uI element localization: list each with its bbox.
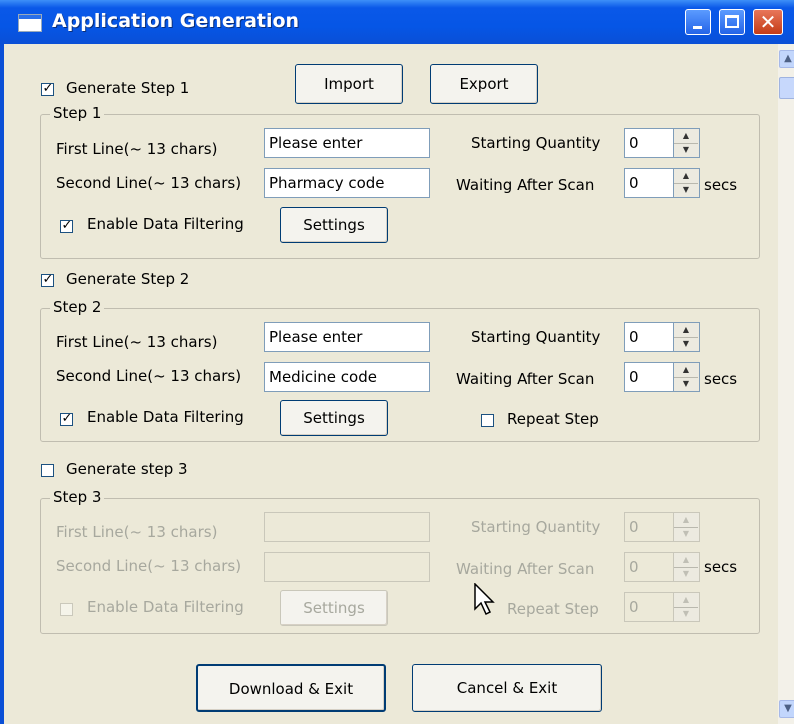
cancel-exit-button[interactable]: Cancel & Exit <box>412 664 602 712</box>
step3-second-line-label: Second Line(~ 13 chars) <box>56 557 242 575</box>
step2-starting-qty-label: Starting Quantity <box>471 328 601 346</box>
step1-filter-label: Enable Data Filtering <box>87 215 244 233</box>
spin-down-icon[interactable]: ▼ <box>674 183 698 197</box>
step2-settings-button[interactable]: Settings <box>280 400 388 436</box>
step1-waiting-spinner[interactable]: 0 ▲ ▼ <box>624 168 700 198</box>
step3-starting-qty-label: Starting Quantity <box>471 518 601 536</box>
step2-second-line-input[interactable]: Medicine code <box>264 362 430 392</box>
step3-second-line-input[interactable] <box>264 552 430 582</box>
scroll-thumb[interactable] <box>779 77 794 99</box>
step3-waiting-value[interactable]: 0 <box>624 552 674 582</box>
step1-filter-checkbox[interactable]: ✓ <box>60 218 73 233</box>
close-icon: ✕ <box>759 10 777 34</box>
step2-second-line-label: Second Line(~ 13 chars) <box>56 367 242 385</box>
step1-second-line-label: Second Line(~ 13 chars) <box>56 174 242 192</box>
vertical-scrollbar[interactable]: ▲ ▼ <box>778 44 794 724</box>
chevron-up-icon: ▲ <box>784 53 792 64</box>
step2-repeat-checkbox[interactable] <box>481 414 494 427</box>
step1-legend: Step 1 <box>50 104 105 122</box>
step1-second-line-input[interactable]: Pharmacy code <box>264 168 430 198</box>
step3-waiting-label: Waiting After Scan <box>456 560 595 578</box>
minimize-icon <box>693 26 702 29</box>
scroll-up-button[interactable]: ▲ <box>779 50 794 68</box>
generate-step2-label: Generate Step 2 <box>66 270 190 288</box>
step1-starting-qty-spinner[interactable]: 0 ▲ ▼ <box>624 128 700 158</box>
spin-down-icon[interactable]: ▼ <box>674 567 698 581</box>
maximize-icon <box>725 15 739 28</box>
checkmark-icon: ✓ <box>42 272 54 287</box>
export-button[interactable]: Export <box>430 64 538 104</box>
dialog-client-area: ✓ Generate Step 1 Import Export Step 1 F… <box>8 44 778 724</box>
spin-up-icon[interactable]: ▲ <box>674 363 698 378</box>
import-button[interactable]: Import <box>295 64 403 104</box>
step1-starting-qty-label: Starting Quantity <box>471 134 601 152</box>
step3-starting-qty-value[interactable]: 0 <box>624 512 674 542</box>
step1-first-line-label: First Line(~ 13 chars) <box>56 140 218 158</box>
window-icon <box>18 14 42 32</box>
step1-waiting-label: Waiting After Scan <box>456 176 595 194</box>
scroll-down-button[interactable]: ▼ <box>779 700 794 718</box>
spin-down-icon[interactable]: ▼ <box>674 527 698 541</box>
step3-settings-button[interactable]: Settings <box>280 590 388 626</box>
step2-starting-qty-spinner[interactable]: 0 ▲ ▼ <box>624 322 700 352</box>
spin-down-icon[interactable]: ▼ <box>674 337 698 351</box>
step3-legend: Step 3 <box>50 488 105 506</box>
spin-down-icon[interactable]: ▼ <box>674 377 698 391</box>
step2-first-line-label: First Line(~ 13 chars) <box>56 333 218 351</box>
step2-waiting-value[interactable]: 0 <box>624 362 674 392</box>
minimize-button[interactable] <box>685 9 711 35</box>
chevron-down-icon: ▼ <box>784 703 792 714</box>
close-button[interactable]: ✕ <box>753 9 783 35</box>
step2-filter-checkbox[interactable]: ✓ <box>60 411 73 426</box>
spin-up-icon[interactable]: ▲ <box>674 129 698 144</box>
checkmark-icon: ✓ <box>61 218 73 233</box>
step2-starting-qty-value[interactable]: 0 <box>624 322 674 352</box>
step2-legend: Step 2 <box>50 298 105 316</box>
step2-repeat-label: Repeat Step <box>507 410 599 428</box>
step2-waiting-spinner[interactable]: 0 ▲ ▼ <box>624 362 700 392</box>
step3-repeat-label: Repeat Step <box>507 600 599 618</box>
mouse-cursor-icon <box>474 583 495 616</box>
step3-filter-checkbox[interactable] <box>60 603 73 616</box>
window-title: Application Generation <box>52 10 300 32</box>
spin-up-icon[interactable]: ▲ <box>674 553 698 568</box>
application-generation-window: Application Generation ✕ ✓ Generate Step… <box>0 0 794 724</box>
step3-filter-label: Enable Data Filtering <box>87 598 244 616</box>
title-bar[interactable]: Application Generation ✕ <box>0 0 794 44</box>
step3-starting-qty-spinner[interactable]: 0 ▲ ▼ <box>624 512 700 542</box>
checkmark-icon: ✓ <box>61 411 73 426</box>
step1-starting-qty-value[interactable]: 0 <box>624 128 674 158</box>
step3-secs-label: secs <box>704 558 738 576</box>
checkmark-icon: ✓ <box>42 81 54 96</box>
generate-step1-checkbox[interactable]: ✓ <box>41 81 54 96</box>
spin-up-icon[interactable]: ▲ <box>674 593 698 608</box>
step2-waiting-label: Waiting After Scan <box>456 370 595 388</box>
generate-step3-label: Generate step 3 <box>66 460 188 478</box>
spin-down-icon[interactable]: ▼ <box>674 607 698 621</box>
maximize-button[interactable] <box>719 9 745 35</box>
generate-step1-label: Generate Step 1 <box>66 79 190 97</box>
step2-filter-label: Enable Data Filtering <box>87 408 244 426</box>
spin-down-icon[interactable]: ▼ <box>674 143 698 157</box>
spin-up-icon[interactable]: ▲ <box>674 513 698 528</box>
step3-first-line-label: First Line(~ 13 chars) <box>56 523 218 541</box>
step3-repeat-value[interactable]: 0 <box>624 592 674 622</box>
spin-up-icon[interactable]: ▲ <box>674 323 698 338</box>
spin-up-icon[interactable]: ▲ <box>674 169 698 184</box>
generate-step2-checkbox[interactable]: ✓ <box>41 272 54 287</box>
step1-secs-label: secs <box>704 176 738 194</box>
download-exit-button[interactable]: Download & Exit <box>196 664 386 712</box>
step3-first-line-input[interactable] <box>264 512 430 542</box>
generate-step3-checkbox[interactable] <box>41 464 54 477</box>
step3-repeat-spinner[interactable]: 0 ▲ ▼ <box>624 592 700 622</box>
step2-secs-label: secs <box>704 370 738 388</box>
step1-settings-button[interactable]: Settings <box>280 207 388 243</box>
step1-first-line-input[interactable]: Please enter <box>264 128 430 158</box>
step2-first-line-input[interactable]: Please enter <box>264 322 430 352</box>
step1-waiting-value[interactable]: 0 <box>624 168 674 198</box>
step3-waiting-spinner[interactable]: 0 ▲ ▼ <box>624 552 700 582</box>
